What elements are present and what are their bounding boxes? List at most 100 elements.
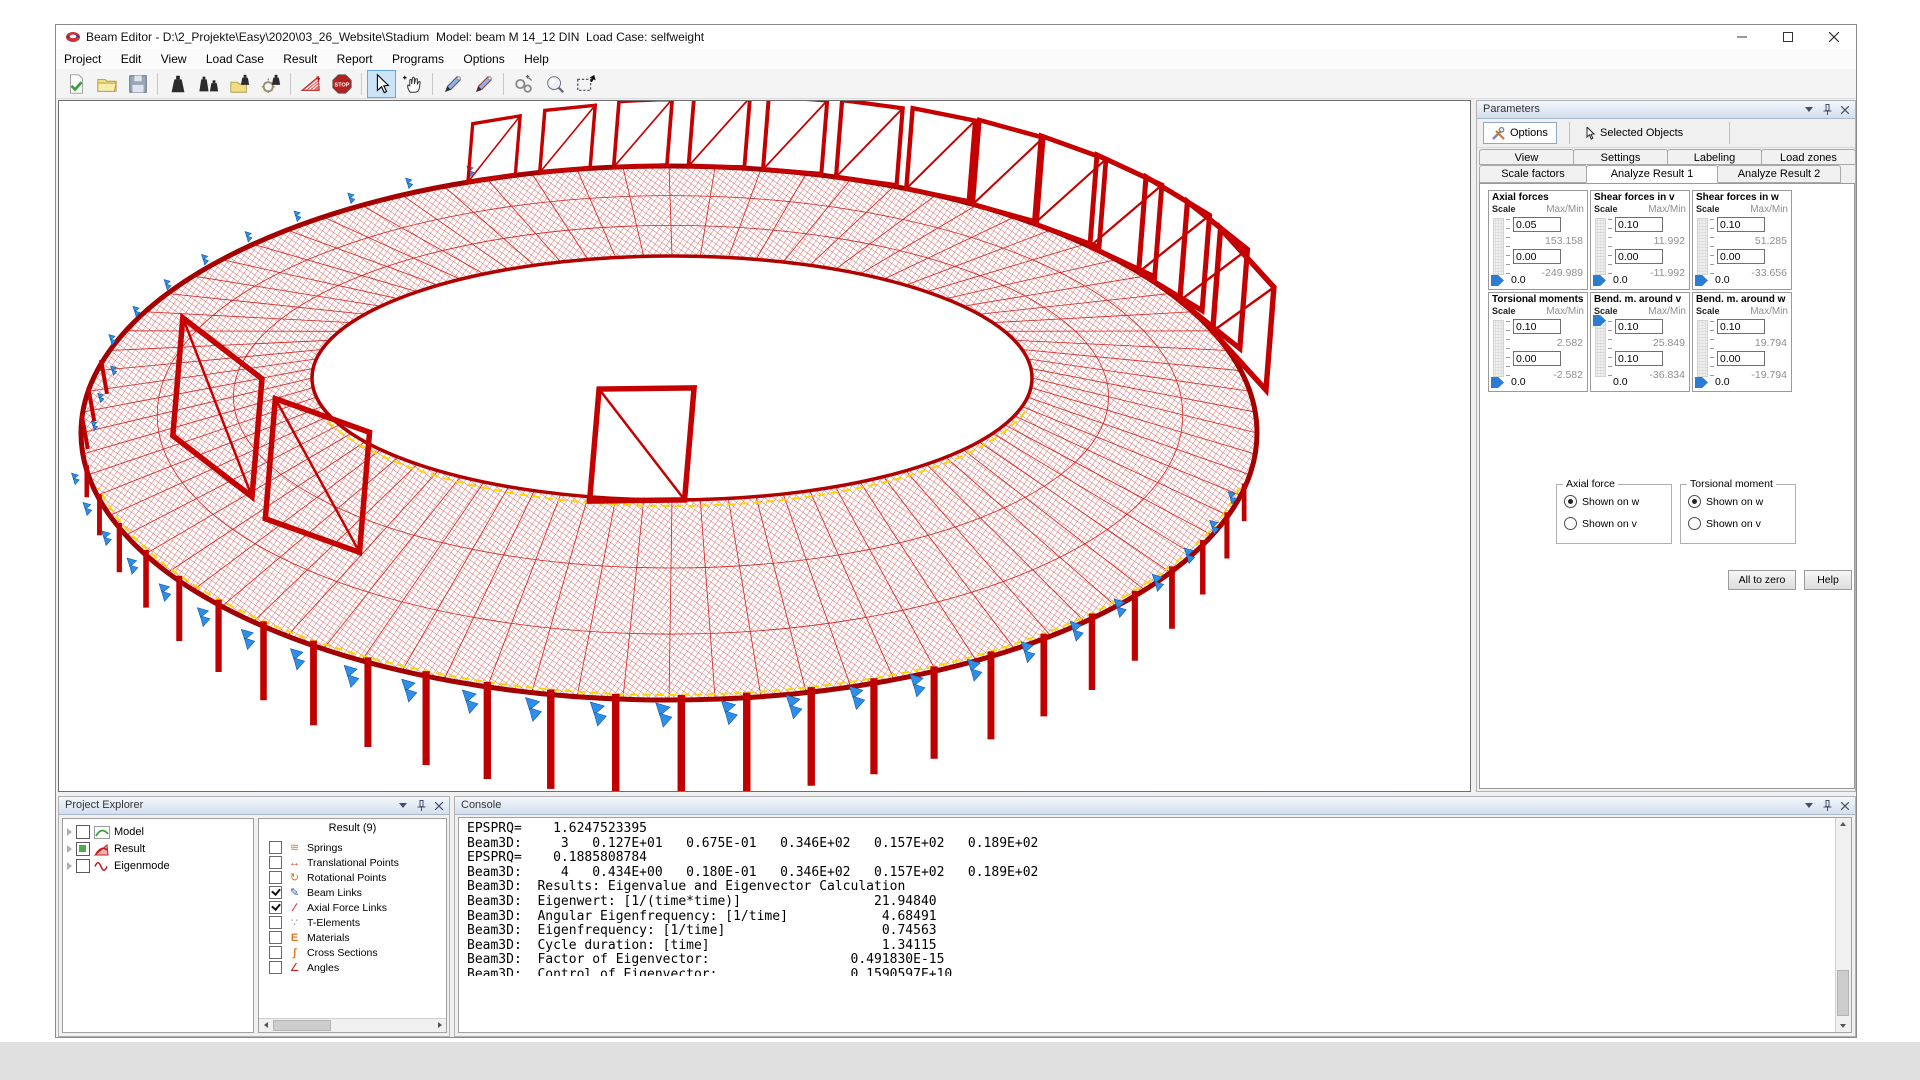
draw-beam-alt-button[interactable] [469,70,498,98]
torsional-shown-on-v-radio[interactable]: Shown on v [1688,517,1761,530]
scroll-thumb[interactable] [1837,970,1849,1016]
list-item-springs[interactable]: ≋Springs [269,840,343,855]
pan-hand-button[interactable] [398,70,427,98]
menu-load-case[interactable]: Load Case [198,49,272,69]
checkbox[interactable] [269,871,282,884]
scroll-right-arrow[interactable] [433,1019,446,1031]
scale-min-input[interactable] [1513,351,1561,366]
scale-max-input[interactable] [1615,319,1663,334]
vertical-scrollbar[interactable] [1835,818,1851,1032]
save-project-button[interactable] [123,70,152,98]
scale-slider[interactable] [1697,320,1708,377]
tab-load-zones[interactable]: Load zones [1761,149,1856,165]
checkbox[interactable] [269,961,282,974]
list-item-t-elements[interactable]: ∵T-Elements [269,915,360,930]
axial-shown-on-v-radio[interactable]: Shown on v [1564,517,1637,530]
scroll-left-arrow[interactable] [259,1019,272,1031]
scale-slider[interactable] [1493,320,1504,377]
slider-thumb[interactable] [1695,377,1708,388]
scale-min-input[interactable] [1615,249,1663,264]
help-button[interactable]: Help [1804,570,1852,590]
menu-view[interactable]: View [153,49,195,69]
close-button[interactable] [1811,25,1856,48]
model-viewport[interactable] [58,100,1471,792]
checkbox[interactable] [269,841,282,854]
zoom-window-button[interactable] [571,70,600,98]
draw-beam-button[interactable] [438,70,467,98]
eigenmode-checkbox[interactable] [76,859,90,873]
tree-item-result[interactable]: Result [67,841,145,857]
menu-report[interactable]: Report [329,49,381,69]
scale-max-input[interactable] [1513,217,1561,232]
tab-settings[interactable]: Settings [1573,149,1668,165]
horizontal-scrollbar[interactable] [259,1018,446,1032]
scale-max-input[interactable] [1615,217,1663,232]
menu-edit[interactable]: Edit [113,49,150,69]
all-to-zero-button[interactable]: All to zero [1728,570,1796,590]
list-item-rotational-points[interactable]: ↻Rotational Points [269,870,386,885]
tab-scale-factors[interactable]: Scale factors [1479,165,1587,183]
tree-item-model[interactable]: Model [67,824,144,840]
tab-labeling[interactable]: Labeling [1667,149,1762,165]
select-cursor-button[interactable] [367,70,396,98]
scroll-down-arrow[interactable] [1836,1020,1850,1032]
show-results-button[interactable] [296,70,325,98]
close-panel-icon[interactable] [1838,103,1852,116]
list-item-materials[interactable]: EMaterials [269,930,350,945]
model-checkbox[interactable] [76,825,90,839]
tree-item-eigenmode[interactable]: Eigenmode [67,858,170,874]
maximize-button[interactable] [1765,25,1810,48]
expand-icon[interactable] [67,828,72,836]
expand-icon[interactable] [67,862,72,870]
menu-help[interactable]: Help [516,49,557,69]
list-item-axial-force-links[interactable]: ∕Axial Force Links [269,900,387,915]
load-case-settings-button[interactable] [256,70,285,98]
scale-slider[interactable] [1493,218,1504,275]
open-project-button[interactable] [92,70,121,98]
torsional-shown-on-w-radio[interactable]: Shown on w [1688,495,1763,508]
zoom-button[interactable] [540,70,569,98]
result-checkbox[interactable] [76,842,90,856]
scroll-up-arrow[interactable] [1836,818,1850,830]
list-item-translational-points[interactable]: ↔Translational Points [269,855,399,870]
axial-shown-on-w-radio[interactable]: Shown on w [1564,495,1639,508]
open-load-case-button[interactable] [225,70,254,98]
checkbox[interactable] [269,931,282,944]
scale-min-input[interactable] [1717,249,1765,264]
checkbox[interactable] [269,901,282,914]
tab-analyze-result-2[interactable]: Analyze Result 2 [1717,165,1841,183]
tab-view[interactable]: View [1479,149,1574,165]
checkbox[interactable] [269,916,282,929]
slider-thumb[interactable] [1695,275,1708,286]
menu-programs[interactable]: Programs [384,49,452,69]
menu-result[interactable]: Result [275,49,325,69]
scale-max-input[interactable] [1717,217,1765,232]
scale-min-input[interactable] [1717,351,1765,366]
scale-slider[interactable] [1595,320,1606,377]
slider-thumb[interactable] [1593,275,1606,286]
dock-menu-button[interactable] [1802,799,1816,812]
slider-thumb[interactable] [1491,377,1504,388]
load-case-button[interactable] [163,70,192,98]
close-panel-icon[interactable] [1838,799,1852,812]
minimize-button[interactable] [1719,25,1764,48]
scale-min-input[interactable] [1615,351,1663,366]
checkbox[interactable] [269,886,282,899]
scale-min-input[interactable] [1513,249,1561,264]
list-item-angles[interactable]: ∠Angles [269,960,339,975]
scale-max-input[interactable] [1717,319,1765,334]
scale-slider[interactable] [1697,218,1708,275]
dock-menu-button[interactable] [396,799,410,812]
list-item-beam-links[interactable]: ✎Beam Links [269,885,362,900]
checkbox[interactable] [269,856,282,869]
pin-icon[interactable] [1820,103,1834,116]
pin-icon[interactable] [414,799,428,812]
rotate-view-button[interactable] [509,70,538,98]
expand-icon[interactable] [67,845,72,853]
slider-thumb[interactable] [1491,275,1504,286]
checkbox[interactable] [269,946,282,959]
tab-analyze-result-1[interactable]: Analyze Result 1 [1586,165,1718,183]
scroll-thumb[interactable] [273,1020,331,1031]
close-panel-icon[interactable] [432,799,446,812]
list-item-cross-sections[interactable]: ∫Cross Sections [269,945,378,960]
